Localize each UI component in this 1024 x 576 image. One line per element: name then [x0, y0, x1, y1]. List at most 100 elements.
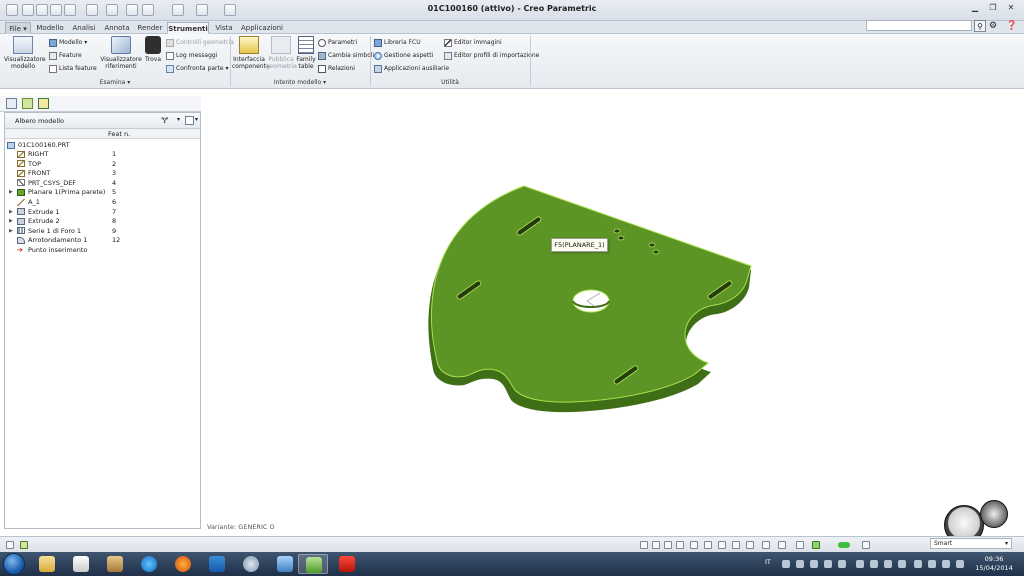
tab-analisi[interactable]: Analisi	[68, 22, 100, 34]
battery-icon[interactable]	[928, 560, 936, 568]
gestione-aspetti-button[interactable]: Gestione aspetti	[374, 51, 433, 61]
volume-icon[interactable]	[942, 560, 950, 568]
tray-app-icon[interactable]	[898, 560, 906, 568]
tab-modello[interactable]: Modello	[33, 22, 67, 34]
close-button[interactable]: ✕	[1004, 2, 1018, 14]
tree-columns-icon[interactable]	[185, 116, 194, 125]
spin-center-icon[interactable]	[762, 541, 770, 549]
zoom-in-icon[interactable]	[652, 541, 660, 549]
controlli-geometria-button[interactable]: Controlli geometria	[166, 38, 234, 48]
display-style-icon[interactable]	[690, 541, 698, 549]
applicazioni-ausiliarie-button[interactable]: Applicazioni ausiliarie	[374, 64, 449, 74]
tree-item[interactable]: RIGHT	[17, 150, 48, 159]
annotation-display-icon[interactable]	[778, 541, 786, 549]
log-messaggi-button[interactable]: Log messaggi	[166, 51, 217, 61]
zoom-out-icon[interactable]	[664, 541, 672, 549]
taskbar-app-explorer[interactable]	[32, 554, 62, 574]
family-table-button[interactable]: Family table	[296, 36, 316, 70]
tree-item[interactable]: Extrude 2	[17, 217, 60, 226]
tab-file[interactable]: File ▾	[5, 22, 31, 34]
interfaccia-componente-button[interactable]: Interfaccia componente	[232, 36, 270, 70]
taskbar-app-firefox[interactable]	[168, 554, 198, 574]
tray-app-icon[interactable]	[810, 560, 818, 568]
help-icon[interactable]: ❓	[1006, 20, 1020, 32]
toggle-browser-icon[interactable]	[20, 541, 28, 549]
cambia-simboli-button[interactable]: Cambia simboli	[318, 51, 374, 61]
tree-item[interactable]: Extrude 1	[17, 208, 60, 217]
toggle-navigator-icon[interactable]	[6, 541, 14, 549]
modello-button[interactable]: Modello ▾	[49, 38, 87, 48]
feature-display-icon[interactable]	[796, 541, 804, 549]
tree-item[interactable]: ➔ Punto inserimento	[17, 246, 87, 255]
feature-button[interactable]: Feature	[49, 51, 82, 61]
tree-filter-dropdown[interactable]: ▾	[177, 116, 180, 123]
group-esamina-label[interactable]: Esamina ▾	[0, 79, 230, 88]
taskbar-app-ie[interactable]	[134, 554, 164, 574]
minimize-button[interactable]: ▁	[968, 2, 982, 14]
taskbar-app-acrobat[interactable]	[332, 554, 362, 574]
tab-vista[interactable]: Vista	[210, 22, 238, 34]
repaint-icon[interactable]	[676, 541, 684, 549]
tree-columns-dropdown[interactable]: ▾	[195, 116, 198, 123]
tray-app-icon[interactable]	[884, 560, 892, 568]
network-icon[interactable]	[914, 560, 922, 568]
taskbar-app-outlook[interactable]	[202, 554, 232, 574]
selection-filter-icon[interactable]	[862, 541, 870, 549]
tree-expander-icon[interactable]: ▶	[9, 227, 13, 236]
tree-item[interactable]: FRONT	[17, 169, 50, 178]
flag-icon[interactable]	[956, 560, 964, 568]
tray-app-icon[interactable]	[870, 560, 878, 568]
start-button[interactable]	[3, 553, 25, 575]
libreria-fcu-button[interactable]: Libreria FCU	[374, 38, 421, 48]
group-intento-label[interactable]: Intento modello ▾	[230, 79, 370, 88]
tree-filter-icon[interactable]: 🝖	[161, 116, 175, 126]
search-icon[interactable]: ⚲	[974, 20, 986, 32]
tree-item[interactable]: Arrotondamento 1	[17, 236, 87, 245]
feat-number-column[interactable]: Feat n.	[108, 130, 130, 138]
tree-item[interactable]: Serie 1 di Foro 1	[17, 227, 81, 236]
folder-browser-tab-icon[interactable]	[38, 98, 49, 109]
tree-root[interactable]: 01C100160.PRT	[7, 141, 70, 150]
keyboard-language[interactable]: IT	[765, 558, 771, 566]
tree-item[interactable]: Planare 1(Prima parete)	[17, 188, 105, 197]
pubblica-geometria-button[interactable]: Pubblica geometria	[266, 36, 297, 70]
tray-app-icon[interactable]	[796, 560, 804, 568]
layers-tab-icon[interactable]	[22, 98, 33, 109]
editor-profili-button[interactable]: Editor profili di importazione	[444, 51, 539, 61]
visualizzatore-riferimenti-button[interactable]: Visualizzatore riferimenti	[100, 36, 142, 70]
taskbar-app-mail[interactable]	[236, 554, 266, 574]
taskbar-app-archive[interactable]	[66, 554, 96, 574]
visualizzatore-modello-button[interactable]: Visualizzatore modello	[4, 36, 46, 70]
tree-item[interactable]: A_1	[17, 198, 40, 207]
regenerate-status-icon[interactable]	[812, 541, 820, 549]
settings-gear-icon[interactable]: ⚙	[989, 20, 1003, 32]
tree-item[interactable]: PRT_CSYS_DEF	[17, 179, 76, 188]
view-manager-icon[interactable]	[718, 541, 726, 549]
tray-app-icon[interactable]	[824, 560, 832, 568]
taskbar-app-creo[interactable]	[298, 554, 328, 574]
tree-expander-icon[interactable]: ▶	[9, 217, 13, 226]
tray-app-icon[interactable]	[838, 560, 846, 568]
tree-item[interactable]: TOP	[17, 160, 41, 169]
lista-feature-button[interactable]: Lista feature	[49, 64, 97, 74]
maximize-button[interactable]: ❐	[986, 2, 1000, 14]
taskbar-app-media[interactable]	[270, 554, 300, 574]
model-tree-tab-icon[interactable]	[6, 98, 17, 109]
tab-render[interactable]: Render	[134, 22, 166, 34]
relazioni-button[interactable]: Relazioni	[318, 64, 355, 74]
tree-expander-icon[interactable]: ▶	[9, 208, 13, 217]
search-input[interactable]	[866, 20, 972, 31]
parametri-button[interactable]: Parametri	[318, 38, 357, 48]
editor-immagini-button[interactable]: Editor immagini	[444, 38, 502, 48]
trova-button[interactable]: Trova	[142, 36, 164, 63]
saved-orientations-icon[interactable]	[704, 541, 712, 549]
taskbar-app-package[interactable]	[100, 554, 130, 574]
tab-strumenti[interactable]: Strumenti	[167, 22, 209, 34]
tree-expander-icon[interactable]: ▶	[9, 188, 13, 197]
bluetooth-icon[interactable]	[856, 560, 864, 568]
confronta-parte-button[interactable]: Confronta parte ▾	[166, 64, 228, 74]
refit-icon[interactable]	[640, 541, 648, 549]
graphics-window[interactable]	[201, 96, 1024, 536]
tab-applicazioni[interactable]: Applicazioni	[239, 22, 285, 34]
selection-filter-select[interactable]: Smart ▾	[930, 538, 1012, 549]
